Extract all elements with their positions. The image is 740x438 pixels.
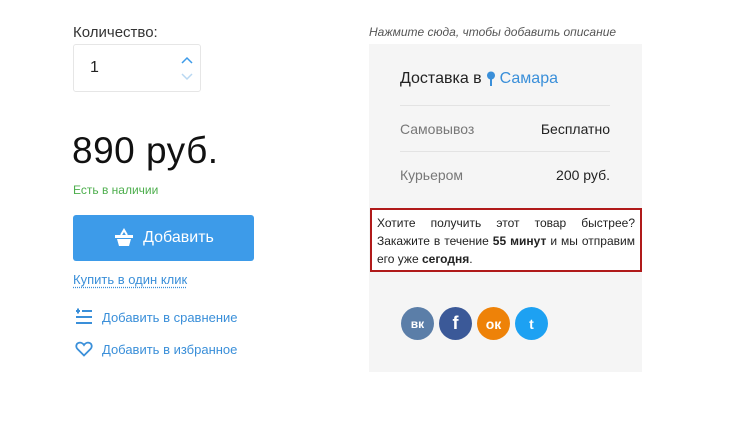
delivery-option-courier: Курьером 200 руб. — [400, 151, 610, 197]
notice-time: 55 минут — [492, 234, 547, 248]
delivery-city-link[interactable]: Самара — [500, 70, 558, 88]
delivery-title-text: Доставка в — [400, 70, 482, 87]
buy-one-click-link[interactable]: Купить в один клик — [73, 272, 187, 287]
price: 890 руб. — [72, 130, 219, 171]
notice-day: сегодня — [421, 252, 470, 266]
fast-delivery-notice: Хотите получить этот товар быстрее? Зака… — [370, 208, 642, 272]
delivery-option-pickup: Самовывоз Бесплатно — [400, 105, 610, 151]
basket-icon — [115, 228, 134, 246]
stock-status: Есть в наличии — [73, 183, 159, 197]
delivery-option-name: Самовывоз — [400, 120, 475, 137]
add-to-compare-label: Добавить в сравнение — [102, 309, 238, 325]
add-to-cart-label: Добавить — [143, 229, 214, 246]
delivery-title: Доставка в Самара — [400, 70, 558, 88]
chevron-down-icon[interactable] — [180, 71, 194, 83]
quantity-stepper[interactable]: 1 — [73, 44, 201, 92]
add-to-cart-button[interactable]: Добавить — [73, 215, 254, 261]
add-to-favorites-link[interactable]: Добавить в избранное — [75, 341, 237, 357]
delivery-option-price: 200 руб. — [556, 166, 610, 183]
twitter-share-button[interactable]: t — [515, 307, 548, 340]
notice-text: . — [469, 252, 473, 266]
delivery-option-name: Курьером — [400, 166, 464, 183]
compare-icon — [76, 308, 92, 324]
vk-share-button[interactable]: вк — [401, 307, 434, 340]
heart-icon — [75, 341, 93, 357]
map-pin-icon — [486, 71, 495, 86]
facebook-icon: f — [452, 313, 459, 333]
chevron-up-icon[interactable] — [180, 54, 194, 66]
quantity-value[interactable]: 1 — [90, 59, 99, 77]
delivery-panel: Доставка в Самара Самовывоз Бесплатно Ку… — [369, 44, 642, 372]
odnoklassniki-share-button[interactable]: ок — [477, 307, 510, 340]
vk-icon: вк — [410, 316, 425, 331]
social-share: вк f ок t — [401, 307, 548, 340]
odnoklassniki-icon: ок — [485, 315, 502, 332]
add-to-compare-link[interactable]: Добавить в сравнение — [75, 308, 238, 326]
twitter-icon: t — [529, 315, 534, 332]
description-hint[interactable]: Нажмите сюда, чтобы добавить описание — [369, 25, 616, 39]
quantity-label: Количество: — [73, 24, 158, 41]
delivery-option-price: Бесплатно — [540, 120, 610, 137]
add-to-favorites-label: Добавить в избранное — [102, 341, 238, 357]
facebook-share-button[interactable]: f — [439, 307, 472, 340]
